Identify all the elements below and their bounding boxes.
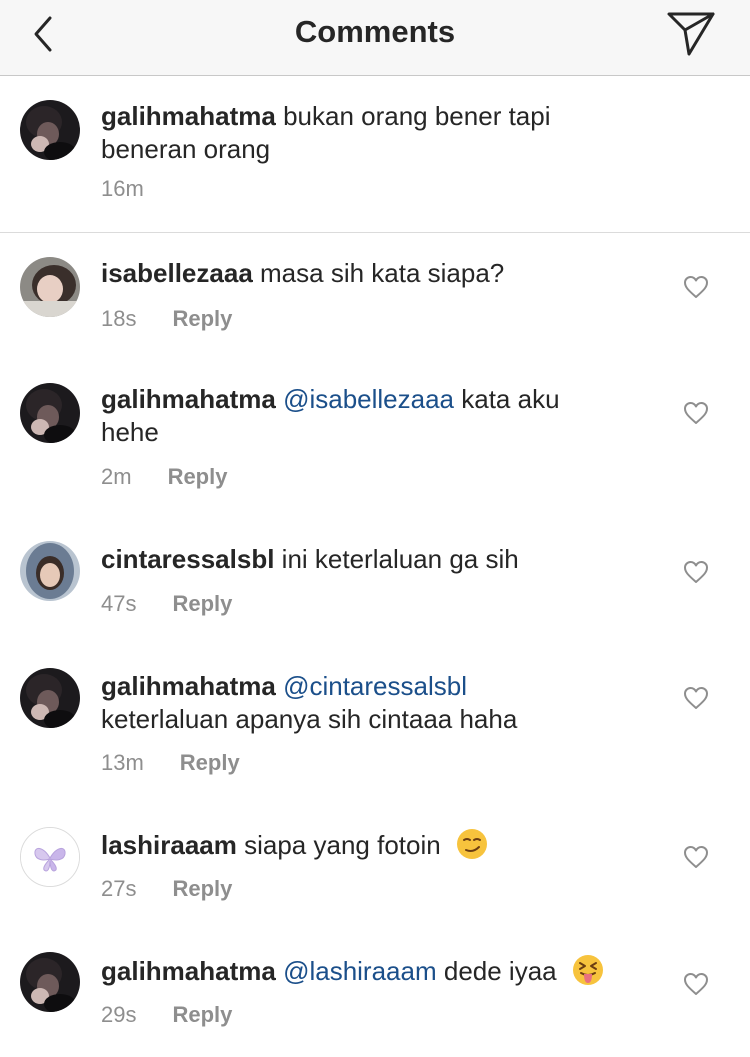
comment-text: galihmahatma @isabellezaaa kata aku hehe: [101, 383, 571, 449]
comment-meta: 18s Reply: [101, 306, 232, 332]
reply-button[interactable]: Reply: [172, 1002, 232, 1027]
comment-username[interactable]: galihmahatma: [101, 956, 276, 986]
comment-time: 27s: [101, 876, 137, 901]
smirking-face-icon: [456, 829, 487, 859]
like-button[interactable]: [683, 401, 709, 425]
heart-icon: [684, 276, 708, 298]
mention-link[interactable]: @lashiraaam: [283, 956, 437, 986]
comment-time: 2m: [101, 464, 132, 489]
avatar-image: [20, 257, 80, 317]
avatar[interactable]: [20, 952, 80, 1012]
like-button[interactable]: [683, 560, 709, 584]
comment-username[interactable]: lashiraaam: [101, 830, 237, 860]
avatar[interactable]: [20, 668, 80, 728]
heart-icon: [684, 846, 708, 868]
comment-username[interactable]: galihmahatma: [101, 384, 276, 414]
comment-username[interactable]: cintaressalsbl: [101, 544, 274, 574]
avatar-image: [20, 952, 80, 1012]
comment-body: keterlaluan apanya sih cintaaa haha: [101, 704, 518, 734]
reply-button[interactable]: Reply: [172, 306, 232, 331]
avatar[interactable]: [20, 257, 80, 317]
comment-text: cintaressalsbl ini keterlaluan ga sih: [101, 543, 641, 576]
comment-meta: 29s Reply: [101, 1002, 232, 1028]
comment-time: 13m: [101, 750, 144, 775]
caption-username[interactable]: galihmahatma: [101, 101, 276, 131]
comment-time: 18s: [101, 306, 137, 331]
comment-text: galihmahatma @lashiraaam dede iyaa: [101, 954, 641, 988]
mention-link[interactable]: @isabellezaaa: [283, 384, 454, 414]
comment-username[interactable]: galihmahatma: [101, 671, 276, 701]
share-button[interactable]: [664, 8, 718, 58]
like-button[interactable]: [683, 845, 709, 869]
comment-text: isabellezaaa masa sih kata siapa?: [101, 257, 641, 290]
comment-meta: 47s Reply: [101, 591, 232, 617]
avatar[interactable]: [20, 100, 80, 160]
comment-meta: 27s Reply: [101, 876, 232, 902]
heart-icon: [684, 973, 708, 995]
header-bar: Comments: [0, 0, 750, 76]
mention-link[interactable]: @cintaressalsbl: [283, 671, 467, 701]
comment-meta: 13m Reply: [101, 750, 240, 776]
reply-button[interactable]: Reply: [172, 876, 232, 901]
butterfly-icon: [21, 828, 79, 886]
comment-body: ini keterlaluan ga sih: [281, 544, 519, 574]
avatar[interactable]: [20, 541, 80, 601]
avatar-image: [20, 100, 80, 160]
comment-meta: 2m Reply: [101, 464, 227, 490]
avatar-image: [20, 383, 80, 443]
heart-icon: [684, 402, 708, 424]
heart-icon: [684, 687, 708, 709]
comment-time: 47s: [101, 591, 137, 616]
page-title: Comments: [294, 14, 456, 49]
comment-text: galihmahatma @cintaressalsbl keterlaluan…: [101, 670, 581, 736]
caption-text: galihmahatma bukan orang bener tapi bene…: [101, 100, 641, 166]
avatar-image: [20, 668, 80, 728]
caption-time: 16m: [101, 176, 144, 201]
comment-text: lashiraaam siapa yang fotoin: [101, 828, 641, 862]
avatar-image: [20, 541, 80, 601]
reply-button[interactable]: Reply: [180, 750, 240, 775]
like-button[interactable]: [683, 275, 709, 299]
like-button[interactable]: [683, 972, 709, 996]
reply-button[interactable]: Reply: [168, 464, 228, 489]
heart-icon: [684, 561, 708, 583]
comment-body: masa sih kata siapa?: [260, 258, 505, 288]
comment-time: 29s: [101, 1002, 137, 1027]
squinting-tongue-face-icon: [572, 955, 603, 985]
comment-body: dede iyaa: [443, 956, 557, 986]
post-caption: galihmahatma bukan orang bener tapi bene…: [0, 76, 750, 233]
avatar[interactable]: [20, 827, 80, 887]
comment-username[interactable]: isabellezaaa: [101, 258, 253, 288]
comment-body: siapa yang fotoin: [244, 830, 441, 860]
reply-button[interactable]: Reply: [172, 591, 232, 616]
paper-plane-icon: [667, 12, 715, 56]
like-button[interactable]: [683, 686, 709, 710]
avatar[interactable]: [20, 383, 80, 443]
